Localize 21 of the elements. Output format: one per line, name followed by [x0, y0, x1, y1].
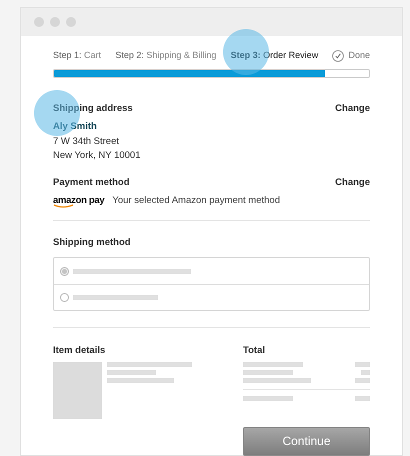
change-link[interactable]: Change: [335, 176, 370, 190]
step-label[interactable]: Step 2: Shipping & Billing: [115, 49, 216, 63]
step-label[interactable]: Step 1: Cart: [53, 49, 102, 63]
change-link[interactable]: Change: [335, 102, 370, 116]
radio-button[interactable]: [60, 293, 69, 302]
amazon-pay-logo: amazon pay: [53, 194, 104, 208]
product-image-placeholder: [53, 362, 102, 418]
continue-button[interactable]: Continue: [243, 426, 370, 456]
recipient-name: Aly Smith: [53, 120, 98, 134]
step-label[interactable]: Done: [348, 49, 370, 63]
step-label[interactable]: Step 3: Order Review: [230, 49, 318, 63]
section-heading: Item details: [53, 344, 106, 358]
check-circle-icon: [332, 50, 344, 62]
address-line: 7 W 34th Street: [53, 134, 120, 148]
section-heading: Shipping method: [53, 236, 132, 250]
section-heading: Payment method: [53, 176, 130, 190]
radio-button[interactable]: [60, 266, 69, 276]
section-heading: Shipping address: [53, 102, 133, 116]
address-line: New York, NY 10001: [53, 148, 142, 162]
section-heading: Total: [243, 344, 266, 358]
payment-description: Your selected Amazon payment method: [112, 194, 280, 208]
